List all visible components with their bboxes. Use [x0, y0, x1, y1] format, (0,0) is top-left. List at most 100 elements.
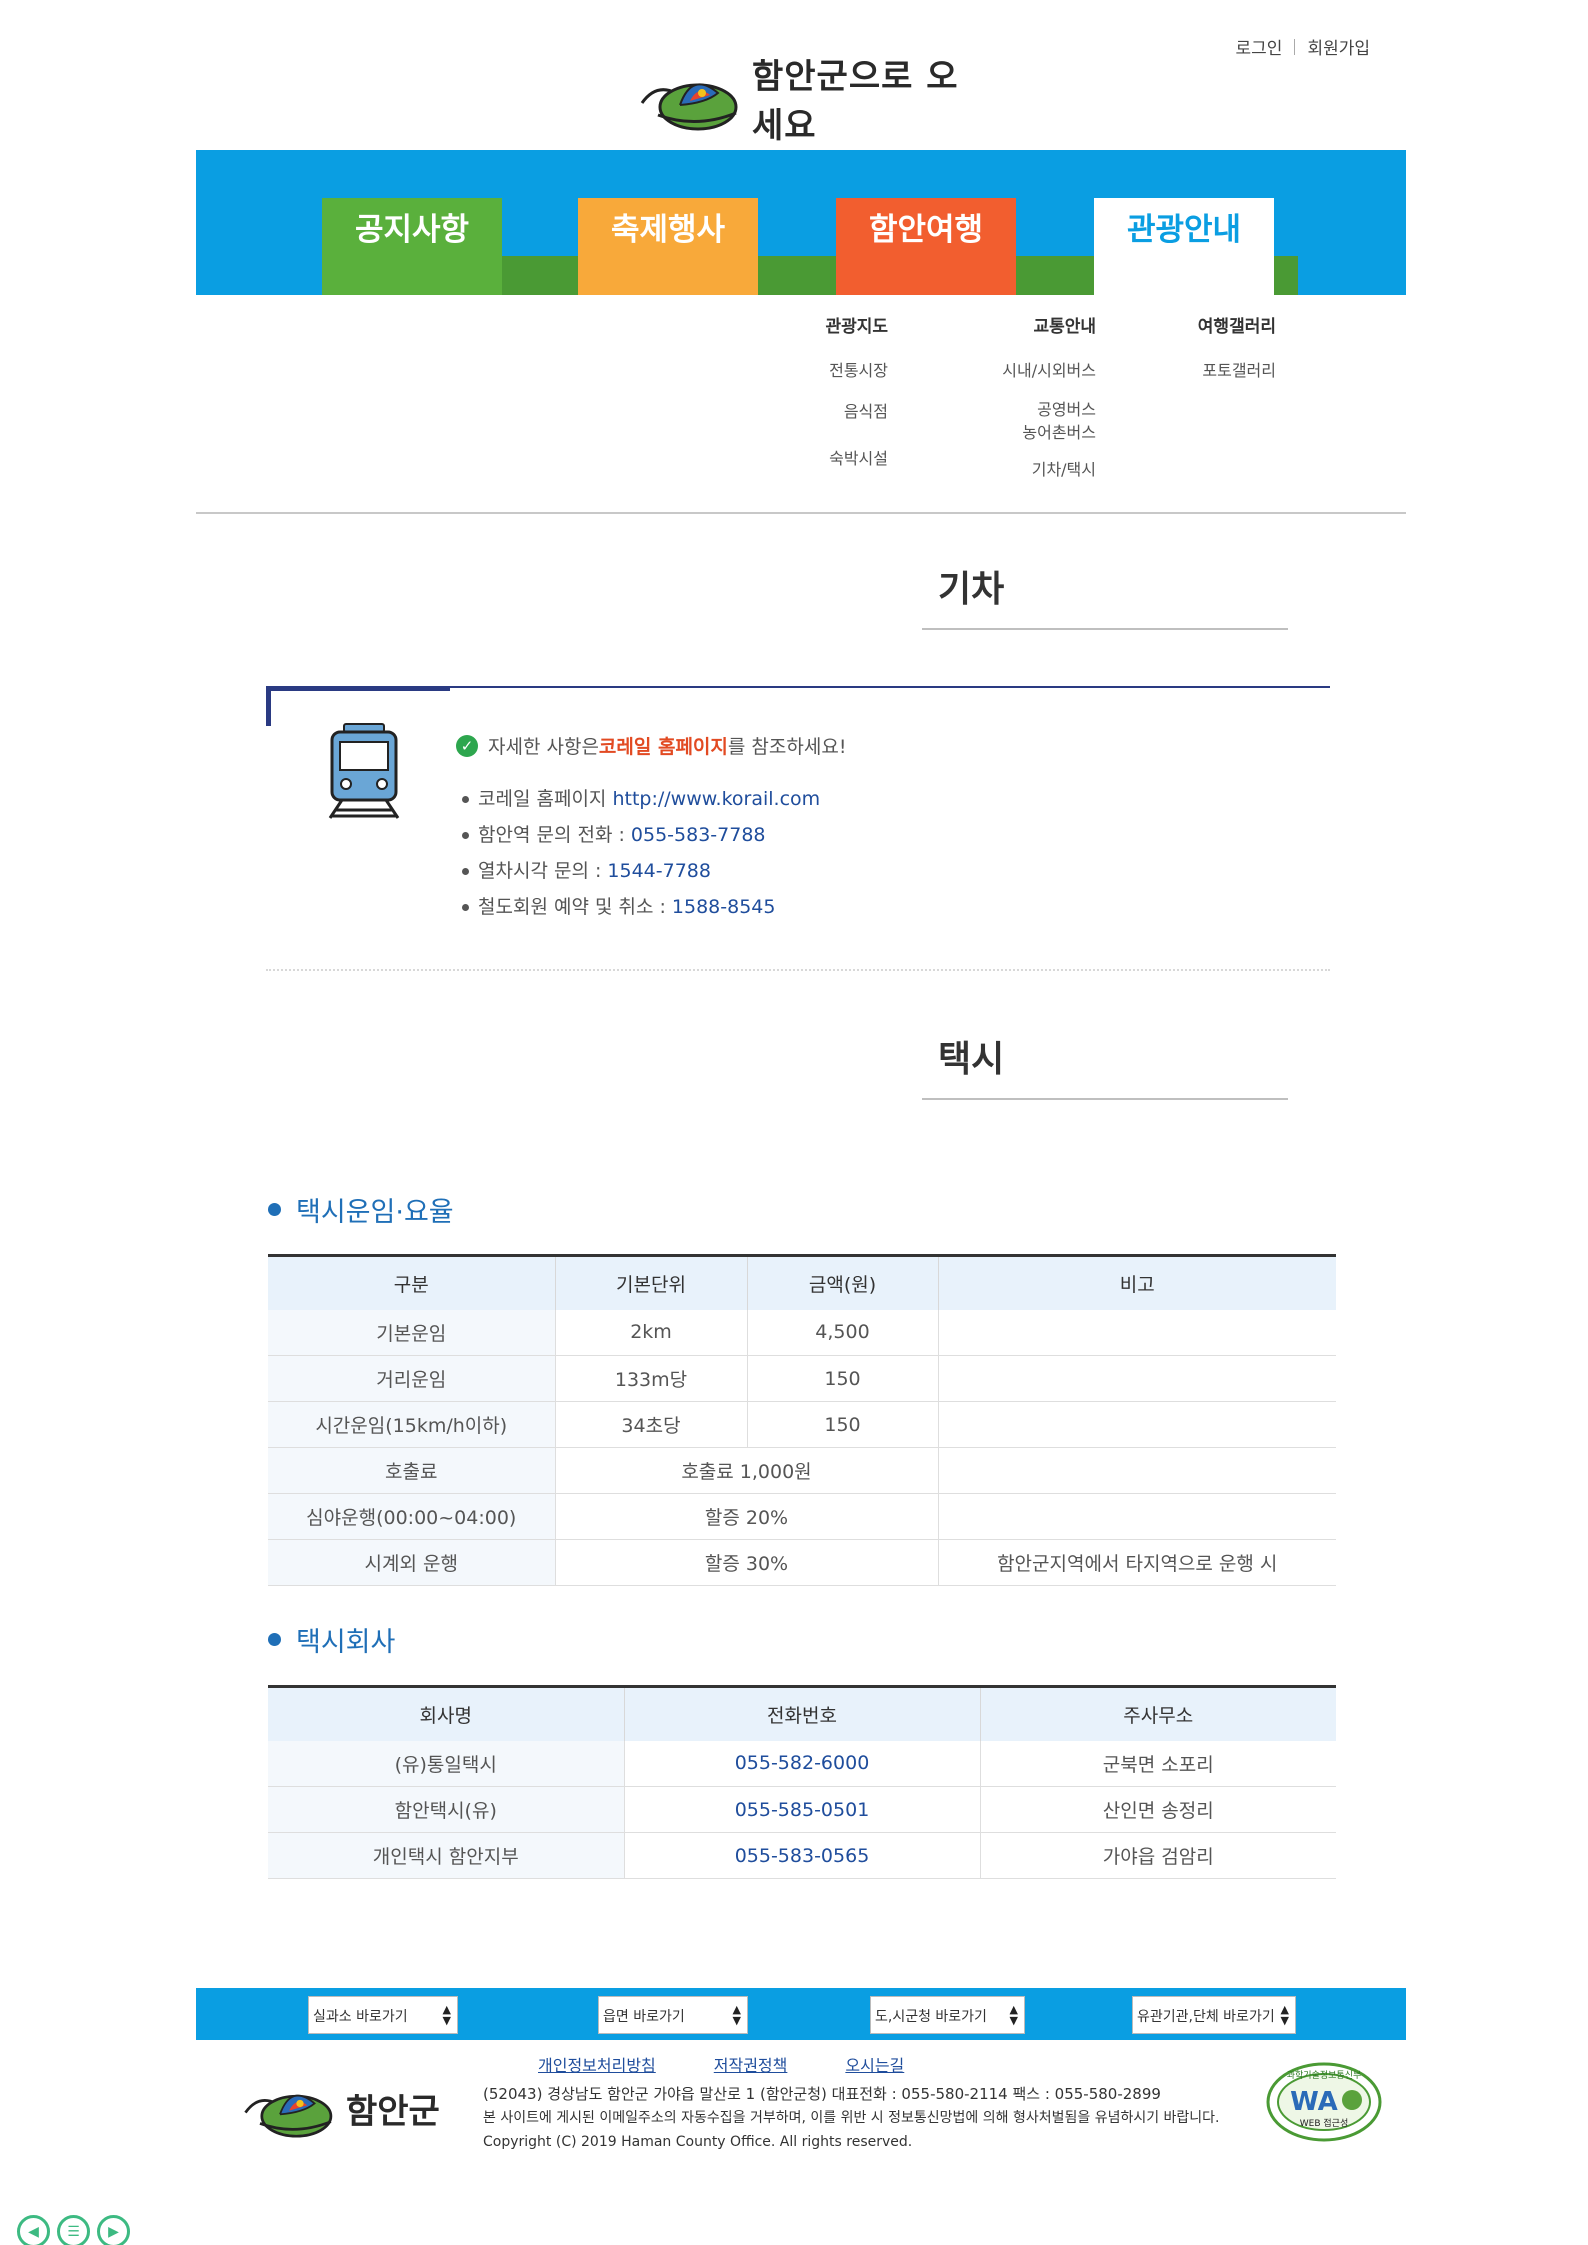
site-logo[interactable]: 함안군으로 오세요 [636, 57, 976, 146]
table-cell: 함안군지역에서 타지역으로 운행 시 [937, 1539, 1336, 1586]
nav-tab-travel[interactable]: 함안여행 [836, 198, 1016, 295]
nav-tab-tour-guide[interactable]: 관광안내 [1094, 198, 1274, 295]
submenu-item-photo-gallery[interactable]: 포토갤러리 [1198, 359, 1276, 382]
table-cell: 할증 30% [554, 1539, 938, 1586]
table-header-row: 구분 기본단위 금액(원) 비고 [268, 1254, 1336, 1310]
table-cell: 거리운임 [268, 1355, 555, 1402]
web-accessibility-mark-icon: 과학기술정보통신부 WA WEB 접근성 [1266, 2062, 1382, 2142]
table-cell [937, 1493, 1336, 1540]
table-cell: 시계외 운행 [268, 1539, 555, 1586]
taxi-fare-heading: 택시운임·요율 [268, 1190, 454, 1229]
wa-text: WA [1290, 2087, 1338, 2117]
updown-icon: ▲ ▼ [1009, 2003, 1018, 2027]
table-row: 기본운임 2km 4,500 [268, 1309, 1336, 1356]
phone-cell: 055-583-0565 [623, 1832, 980, 1879]
main-nav: 공지사항 축제행사 함안여행 관광안내 [196, 150, 1406, 295]
column-header: 전화번호 [623, 1685, 980, 1741]
select-value: 유관기관,단체 바로가기 [1137, 2009, 1275, 2025]
check-icon: ✓ [456, 734, 478, 757]
table-cell: 2km [554, 1309, 747, 1356]
prev-page-button[interactable]: ◀ [17, 2215, 50, 2245]
station-phone: 055-583-7788 [630, 824, 766, 846]
item-label: 코레일 홈페이지 [478, 788, 613, 810]
submenu-transport: 교통안내 시내/시외버스 공영버스 농어촌버스 기차/택시 [1002, 312, 1096, 497]
table-cell: 할증 20% [554, 1493, 938, 1540]
train-section-title: 기차 [922, 560, 1288, 630]
province-select[interactable]: 도,시군청 바로가기 ▲ ▼ [870, 1996, 1025, 2034]
table-cell: 가야읍 검암리 [979, 1832, 1336, 1879]
submenu-title[interactable]: 관광지도 [825, 312, 888, 337]
table-row: 시계외 운행 할증 30% 함안군지역에서 타지역으로 운행 시 [268, 1539, 1336, 1586]
footer-info: (52043) 경상남도 함안군 가야읍 말산로 1 (함안군청) 대표전화 :… [483, 2082, 1220, 2154]
table-cell: 34초당 [554, 1401, 747, 1448]
nav-tab-notice[interactable]: 공지사항 [322, 198, 502, 295]
next-page-button[interactable]: ▶ [97, 2215, 130, 2245]
taxi-company-table: 회사명 전화번호 주사무소 (유)통일택시 055-582-6000 군북면 소… [268, 1685, 1336, 1879]
table-header-row: 회사명 전화번호 주사무소 [268, 1685, 1336, 1741]
top-links: 로그인 회원가입 [1236, 34, 1370, 59]
train-info: ✓ 자세한 사항은 코레일 홈페이지 를 참조하세요! 코레일 홈페이지 htt… [456, 732, 846, 925]
updown-icon: ▲ ▼ [732, 2003, 741, 2027]
nav-tab-festival[interactable]: 축제행사 [578, 198, 758, 295]
table-row: 개인택시 함안지부 055-583-0565 가야읍 검암리 [268, 1832, 1336, 1879]
korail-url-link[interactable]: http://www.korail.com [612, 788, 820, 810]
list-item: 함안역 문의 전화 : 055-583-7788 [456, 817, 846, 853]
join-link[interactable]: 회원가입 [1307, 34, 1370, 59]
table-row: 함안택시(유) 055-585-0501 산인면 송정리 [268, 1786, 1336, 1833]
directions-link[interactable]: 오시는길 [845, 2052, 904, 2076]
korail-link[interactable]: 코레일 홈페이지 [599, 732, 728, 759]
select-value: 읍면 바로가기 [603, 2009, 685, 2025]
submenu-item-restaurant[interactable]: 음식점 [825, 400, 888, 423]
submenu-item-city-bus[interactable]: 시내/시외버스 [1002, 359, 1096, 382]
item-label: 함안역 문의 전화 : [478, 824, 631, 846]
submenu-title[interactable]: 교통안내 [1002, 312, 1096, 337]
submenu-item-train-taxi[interactable]: 기차/택시 [1002, 458, 1096, 481]
table-cell: 산인면 송정리 [979, 1786, 1336, 1833]
column-header: 비고 [937, 1254, 1336, 1310]
box-frame [266, 686, 271, 726]
table-row: (유)통일택시 055-582-6000 군북면 소포리 [268, 1740, 1336, 1787]
footer-logo-text: 함안군 [346, 2091, 440, 2132]
table-cell: 150 [746, 1401, 938, 1448]
table-cell: 심야운행(00:00~04:00) [268, 1493, 555, 1540]
phone-cell: 055-582-6000 [623, 1740, 980, 1787]
dept-select[interactable]: 실과소 바로가기 ▲ ▼ [308, 1996, 458, 2034]
item-label: 열차시각 문의 : [478, 860, 608, 882]
taxi-company-heading: 택시회사 [268, 1620, 395, 1659]
submenu-item-market[interactable]: 전통시장 [825, 359, 888, 382]
menu-button[interactable]: ☰ [57, 2215, 90, 2245]
select-value: 도,시군청 바로가기 [875, 2009, 987, 2025]
divider [1294, 38, 1296, 55]
submenu-tour-map: 관광지도 전통시장 음식점 숙박시설 [825, 312, 888, 486]
arrow-right-icon: ▶ [108, 2223, 119, 2240]
submenu-item-public-bus[interactable]: 공영버스 [1002, 398, 1096, 421]
table-cell [937, 1447, 1336, 1494]
page-controls: ◀ ☰ ▶ [17, 2215, 130, 2245]
schedule-phone: 1544-7788 [607, 860, 711, 882]
table-cell: 기본운임 [268, 1309, 555, 1356]
login-link[interactable]: 로그인 [1236, 34, 1283, 59]
list-item: 열차시각 문의 : 1544-7788 [456, 853, 846, 889]
column-header: 주사무소 [979, 1685, 1336, 1741]
submenu-item-rural-bus[interactable]: 농어촌버스 [1002, 421, 1096, 444]
lead-prefix: 자세한 사항은 [488, 736, 599, 758]
table-cell: 150 [746, 1355, 938, 1402]
train-contact-list: 코레일 홈페이지 http://www.korail.com 함안역 문의 전화… [456, 781, 846, 925]
box-frame [266, 686, 450, 691]
table-cell: 시간운임(15km/h이하) [268, 1401, 555, 1448]
bullet-icon [268, 1633, 281, 1646]
copyright-policy-link[interactable]: 저작권정책 [714, 2052, 788, 2076]
footer-quicklinks: 실과소 바로가기 ▲ ▼ 읍면 바로가기 ▲ ▼ 도,시군청 바로가기 ▲ ▼ 유관기관,단… [196, 1988, 1406, 2040]
updown-icon: ▲ ▼ [442, 2003, 451, 2027]
notice-line: 본 사이트에 게시된 이메일주소의 자동수집을 거부하며, 이를 위반 시 정보… [483, 2110, 1220, 2126]
agency-select[interactable]: 유관기관,단체 바로가기 ▲ ▼ [1132, 1996, 1296, 2034]
town-select[interactable]: 읍면 바로가기 ▲ ▼ [598, 1996, 748, 2034]
submenu-title[interactable]: 여행갤러리 [1198, 312, 1276, 337]
divider [196, 512, 1406, 514]
privacy-policy-link[interactable]: 개인정보처리방침 [538, 2052, 656, 2076]
footer-links: 개인정보처리방침 저작권정책 오시는길 [538, 2052, 962, 2076]
submenu-gallery: 여행갤러리 포토갤러리 [1198, 312, 1276, 398]
column-header: 구분 [268, 1254, 555, 1310]
submenu-item-lodging[interactable]: 숙박시설 [825, 447, 888, 470]
table-cell: (유)통일택시 [268, 1740, 624, 1787]
